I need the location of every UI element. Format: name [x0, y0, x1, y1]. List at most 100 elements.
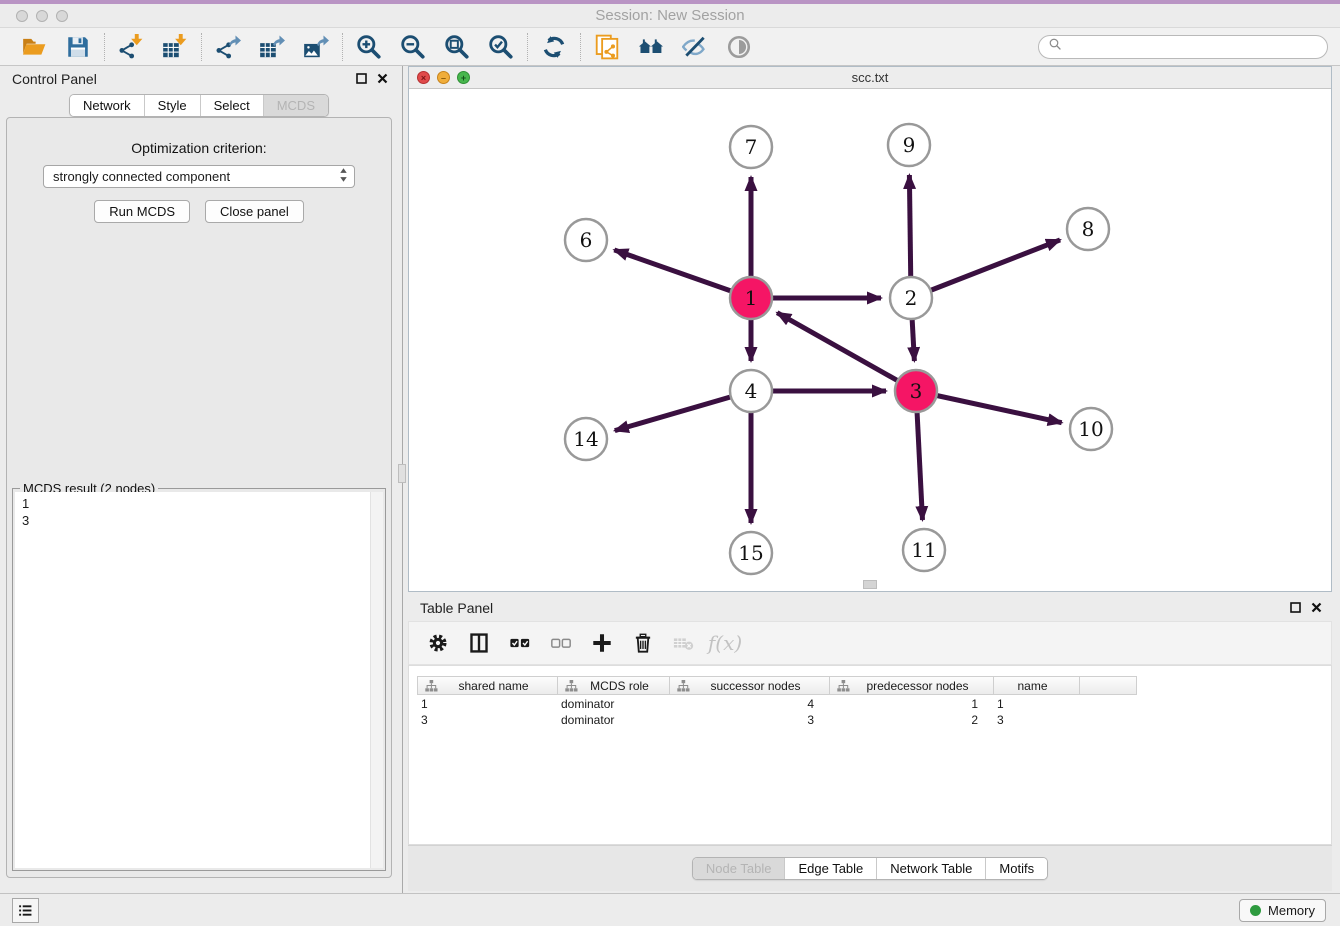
cell-mcds-role[interactable]: dominator — [557, 713, 669, 727]
export-image-icon[interactable] — [303, 34, 329, 60]
show-columns-icon[interactable] — [467, 631, 491, 655]
table-tab-network-table[interactable]: Network Table — [876, 858, 985, 879]
cell-name[interactable]: 3 — [993, 713, 1079, 727]
refresh-icon[interactable] — [541, 34, 567, 60]
column-header-name[interactable]: name — [994, 677, 1080, 694]
zoom-in-icon[interactable] — [356, 34, 382, 60]
settings-icon[interactable] — [426, 631, 450, 655]
zoom-selected-icon[interactable] — [488, 34, 514, 60]
close-panel-icon[interactable] — [376, 72, 388, 84]
panel-divider[interactable] — [397, 66, 408, 893]
shared-column-icon — [677, 680, 690, 692]
cell-predecessor-nodes[interactable]: 1 — [829, 697, 993, 711]
hide-details-icon[interactable] — [682, 34, 708, 60]
svg-text:2: 2 — [905, 286, 918, 310]
minimize-window-icon[interactable] — [36, 10, 48, 22]
zoom-out-icon[interactable] — [400, 34, 426, 60]
close-panel-button[interactable]: Close panel — [205, 200, 304, 223]
column-header-predecessor-nodes[interactable]: predecessor nodes — [830, 677, 994, 694]
svg-text:3: 3 — [910, 379, 923, 403]
graph-node-1[interactable]: 1 — [730, 277, 772, 319]
zoom-fit-icon[interactable] — [444, 34, 470, 60]
table-header-row: shared nameMCDS rolesuccessor nodesprede… — [417, 676, 1137, 695]
float-table-panel-icon[interactable] — [1289, 601, 1301, 613]
show-graphics-icon[interactable] — [726, 34, 752, 60]
export-table-icon[interactable] — [259, 34, 285, 60]
close-window-icon[interactable] — [16, 10, 28, 22]
cell-successor-nodes[interactable]: 3 — [669, 713, 829, 727]
edge-2-8[interactable] — [911, 240, 1060, 298]
table-toolbar: f(x) — [408, 621, 1332, 665]
export-network-icon[interactable] — [215, 34, 241, 60]
float-panel-icon[interactable] — [355, 72, 367, 84]
table-tab-node-table[interactable]: Node Table — [693, 858, 785, 879]
mcds-result-text[interactable]: 13 — [15, 492, 383, 868]
import-network-icon[interactable] — [118, 34, 144, 60]
divider-grip[interactable] — [398, 464, 406, 483]
edge-3-1[interactable] — [777, 313, 916, 391]
maximize-network-icon[interactable]: + — [457, 71, 470, 84]
cell-successor-nodes[interactable]: 4 — [669, 697, 829, 711]
column-header-mcds-role[interactable]: MCDS role — [558, 677, 670, 694]
column-header-successor-nodes[interactable]: successor nodes — [670, 677, 830, 694]
column-header-shared-name[interactable]: shared name — [418, 677, 558, 694]
result-scrollbar[interactable] — [370, 492, 383, 868]
run-mcds-button[interactable]: Run MCDS — [94, 200, 190, 223]
svg-text:8: 8 — [1082, 217, 1095, 241]
tab-select[interactable]: Select — [200, 95, 263, 116]
zoom-window-icon[interactable] — [56, 10, 68, 22]
clone-network-icon[interactable] — [594, 34, 620, 60]
edge-3-10[interactable] — [916, 391, 1062, 423]
import-table-icon[interactable] — [162, 34, 188, 60]
close-network-icon[interactable]: × — [417, 71, 430, 84]
graph-node-4[interactable]: 4 — [730, 370, 772, 412]
tab-network[interactable]: Network — [70, 95, 144, 116]
select-all-columns-icon[interactable] — [508, 631, 532, 655]
network-window-titlebar[interactable]: × – + scc.txt — [409, 67, 1331, 89]
minimize-network-icon[interactable]: – — [437, 71, 450, 84]
search-input[interactable] — [1068, 40, 1318, 55]
network-canvas[interactable]: 1 2 3 4 6 7 8 9 10 11 14 15 — [409, 90, 1331, 591]
graph-node-11[interactable]: 11 — [903, 529, 945, 571]
graph-node-6[interactable]: 6 — [565, 219, 607, 261]
cell-mcds-role[interactable]: dominator — [557, 697, 669, 711]
graph-node-9[interactable]: 9 — [888, 124, 930, 166]
memory-status-icon — [1250, 905, 1261, 916]
cell-shared-name[interactable]: 3 — [417, 713, 557, 727]
mcds-result-box: MCDS result (2 nodes) 13 — [12, 488, 386, 871]
graph-node-2[interactable]: 2 — [890, 277, 932, 319]
table-tab-edge-table[interactable]: Edge Table — [784, 858, 876, 879]
cell-predecessor-nodes[interactable]: 2 — [829, 713, 993, 727]
graph-node-15[interactable]: 15 — [730, 532, 772, 574]
graph-node-7[interactable]: 7 — [730, 126, 772, 168]
deselect-all-columns-icon[interactable] — [549, 631, 573, 655]
tab-style[interactable]: Style — [144, 95, 200, 116]
save-icon[interactable] — [65, 34, 91, 60]
cell-shared-name[interactable]: 1 — [417, 697, 557, 711]
table-tab-motifs[interactable]: Motifs — [985, 858, 1047, 879]
criterion-select[interactable]: strongly connected component — [43, 165, 355, 188]
task-history-button[interactable] — [12, 898, 39, 923]
svg-text:6: 6 — [580, 228, 593, 252]
close-table-panel-icon[interactable] — [1310, 601, 1322, 613]
add-row-icon[interactable] — [590, 631, 614, 655]
control-panel-header: Control Panel — [0, 66, 398, 92]
graph-node-10[interactable]: 10 — [1070, 408, 1112, 450]
table-row[interactable]: 1dominator411 — [417, 696, 1137, 712]
delete-row-icon[interactable] — [631, 631, 655, 655]
table-row[interactable]: 3dominator323 — [417, 712, 1137, 728]
search-box[interactable] — [1038, 35, 1328, 59]
open-icon[interactable] — [21, 34, 47, 60]
svg-text:7: 7 — [745, 135, 758, 159]
cell-name[interactable]: 1 — [993, 697, 1079, 711]
graph-node-14[interactable]: 14 — [565, 418, 607, 460]
control-panel: Control Panel NetworkStyleSelectMCDS Opt… — [0, 66, 398, 893]
shared-column-icon — [837, 680, 850, 692]
graph-node-8[interactable]: 8 — [1067, 208, 1109, 250]
tab-mcds[interactable]: MCDS — [263, 95, 328, 116]
home-icon[interactable] — [638, 34, 664, 60]
graph-node-3[interactable]: 3 — [895, 370, 937, 412]
memory-button[interactable]: Memory — [1239, 899, 1326, 922]
network-resize-grip[interactable] — [863, 580, 877, 589]
node-table[interactable]: shared nameMCDS rolesuccessor nodesprede… — [408, 665, 1332, 845]
